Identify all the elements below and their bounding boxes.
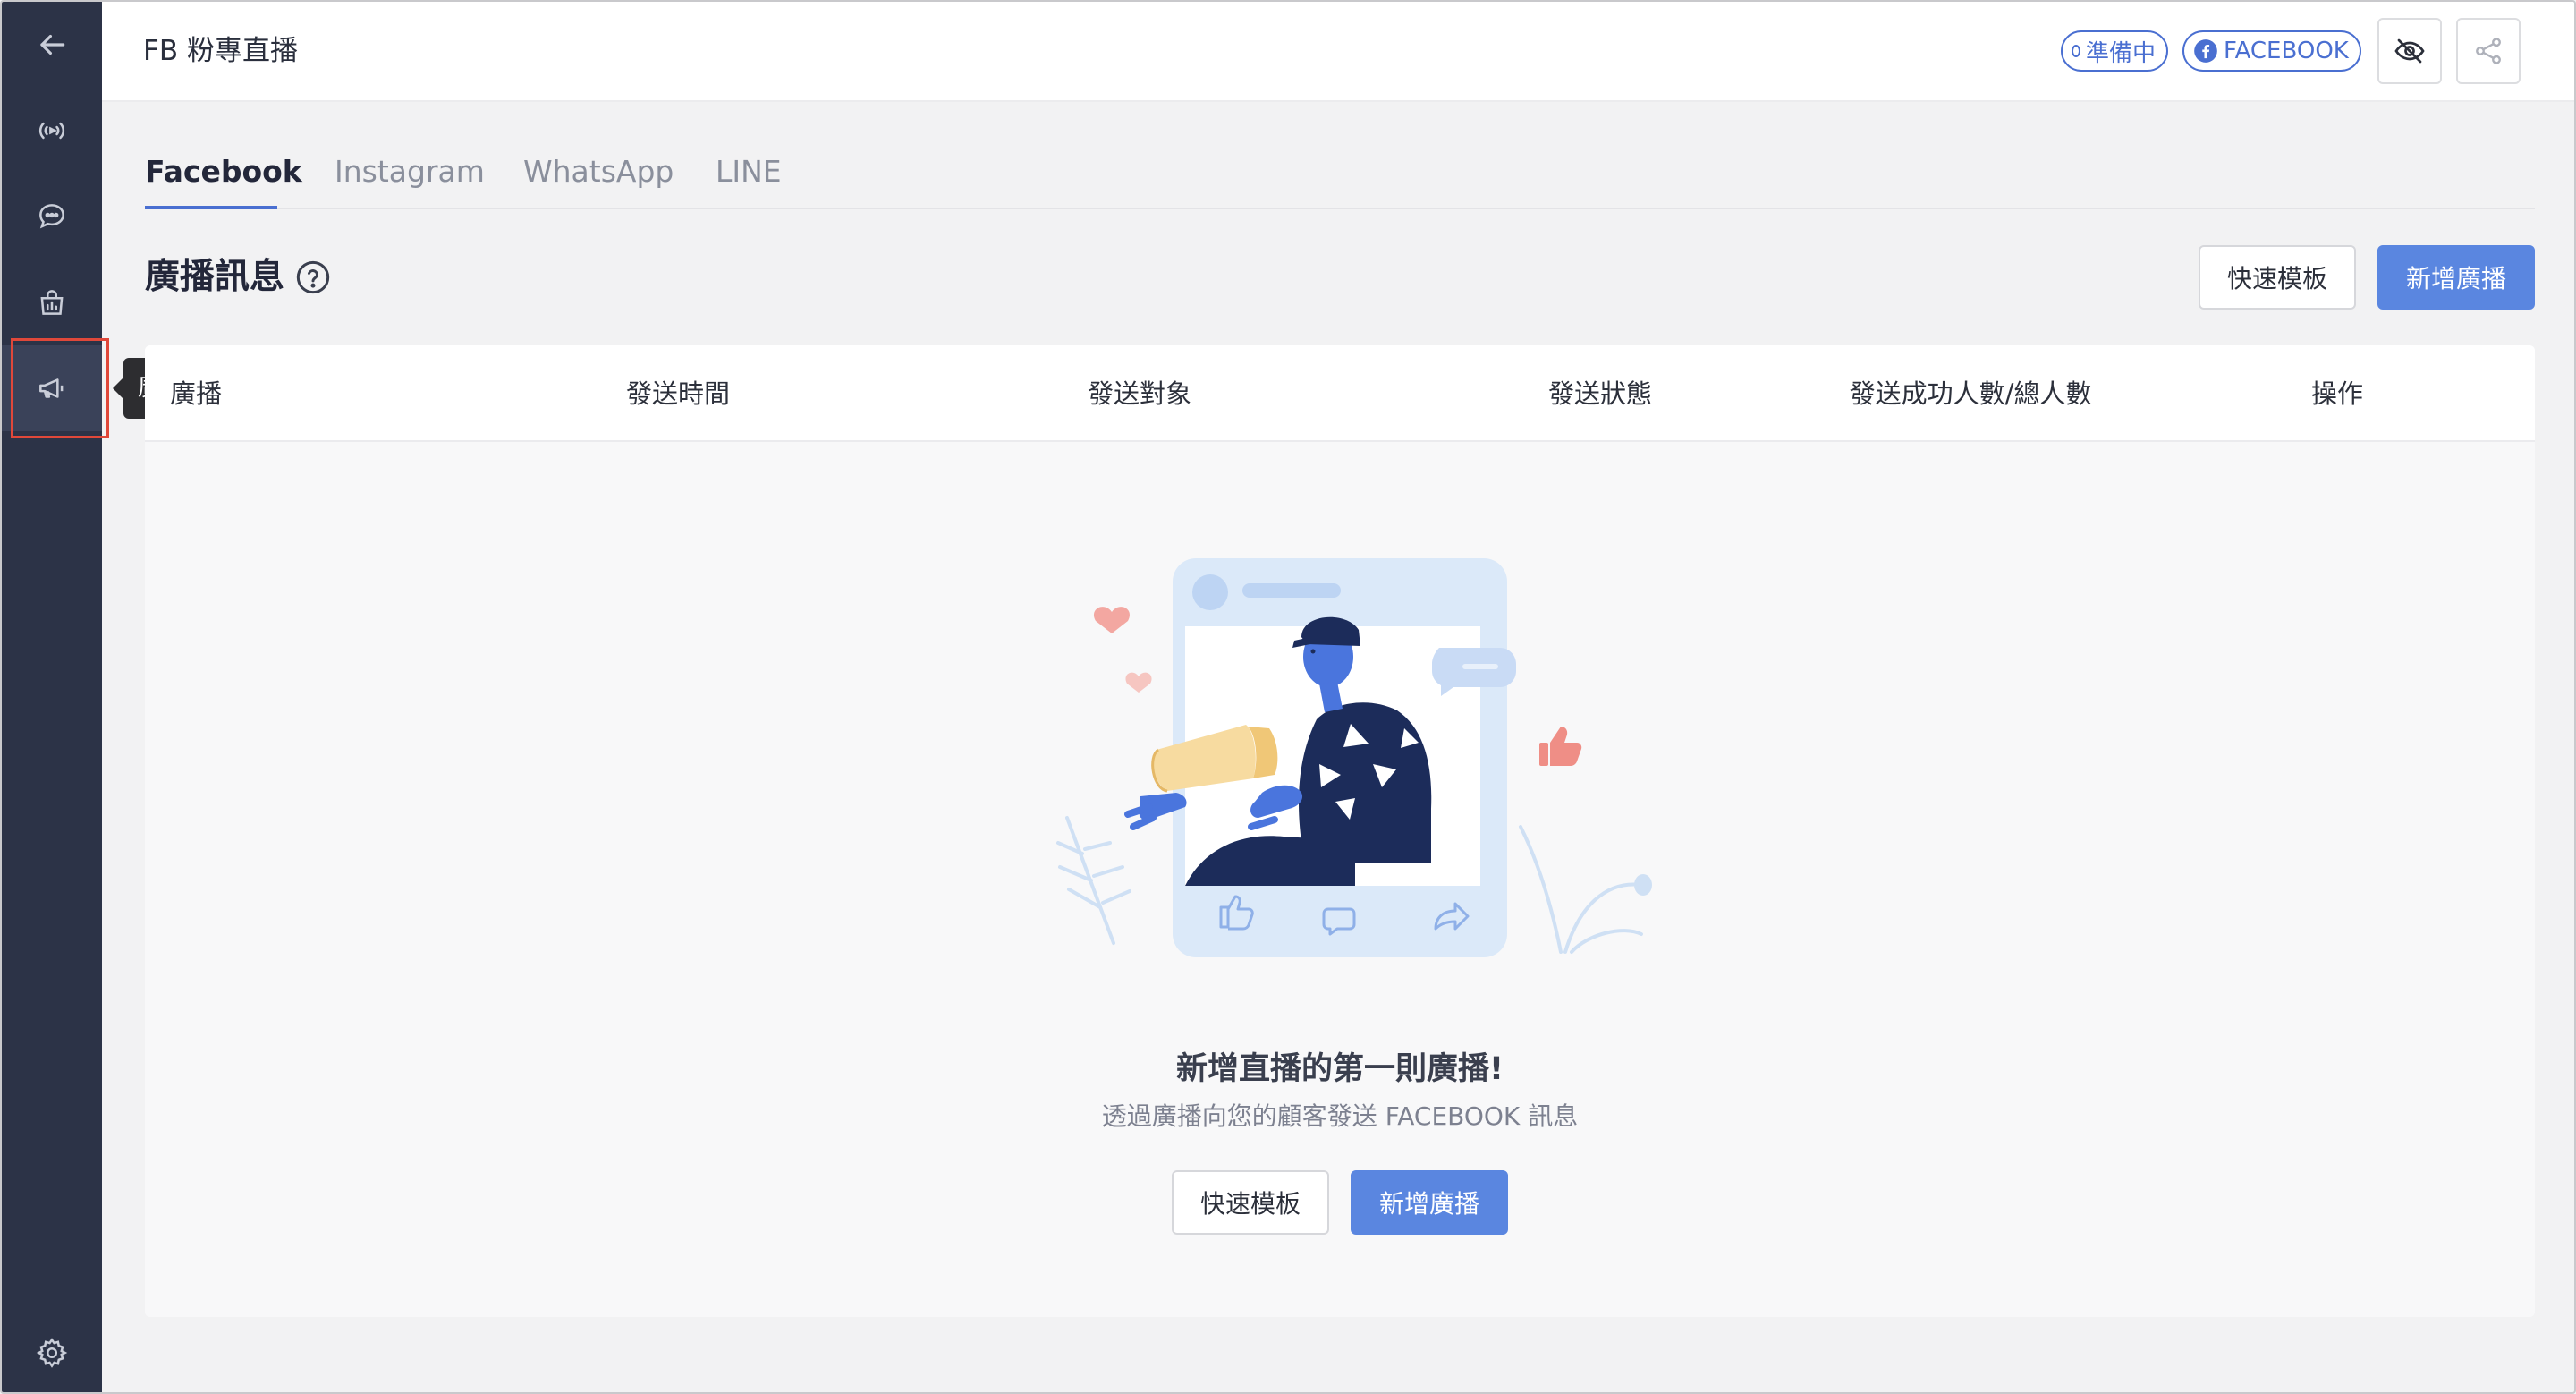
facebook-icon: [2194, 39, 2217, 63]
app-window: 廣播 FB 粉專直播 準備中 FACEBOOK Facebook Instagr…: [0, 0, 2576, 1394]
tab-whatsapp[interactable]: WhatsApp: [523, 136, 674, 208]
broadcast-signal-icon: [38, 122, 65, 140]
column-header-send-time: 發送時間: [625, 378, 731, 409]
tab-facebook[interactable]: Facebook: [145, 136, 302, 208]
section-title: 廣播訊息: [145, 251, 331, 304]
arrow-left-icon: [40, 34, 65, 55]
column-header-target: 發送對象: [1087, 378, 1192, 409]
share-button[interactable]: [2456, 18, 2521, 84]
tab-line[interactable]: LINE: [716, 136, 782, 208]
table-header: 廣播 發送時間 發送對象 發送狀態 發送成功人數/總人數 操作: [145, 345, 2535, 442]
chat-bubble-icon: [39, 204, 64, 229]
status-badge: 準備中: [2061, 30, 2168, 72]
active-tab-indicator: [145, 206, 277, 209]
help-icon[interactable]: [295, 259, 331, 295]
sidebar-item-analytics[interactable]: [2, 259, 102, 345]
empty-quick-template-button[interactable]: 快速模板: [1172, 1170, 1329, 1235]
empty-state-subtitle: 透過廣播向您的顧客發送 FACEBOOK 訊息: [1101, 1101, 1579, 1131]
tab-instagram[interactable]: Instagram: [335, 136, 485, 208]
platform-tabs: Facebook Instagram WhatsApp LINE: [145, 118, 2535, 209]
broadcast-table: 廣播 發送時間 發送對象 發送狀態 發送成功人數/總人數 操作 新增直播的第一則…: [145, 345, 2535, 1317]
back-button[interactable]: [2, 2, 102, 88]
shopping-chart-icon: [40, 290, 64, 315]
column-header-actions: 操作: [2310, 378, 2364, 409]
eye-off-icon: [2394, 38, 2425, 64]
share-icon: [2476, 38, 2501, 64]
top-header: FB 粉專直播 準備中 FACEBOOK: [102, 2, 2574, 102]
toggle-visibility-button[interactable]: [2377, 18, 2442, 84]
column-header-success-count: 發送成功人數/總人數: [1849, 378, 2092, 409]
column-header-status: 發送狀態: [1547, 378, 1653, 409]
empty-state-illustration: [1056, 558, 1652, 957]
heart-icon: [1093, 607, 1131, 633]
new-broadcast-button[interactable]: 新增廣播: [2377, 245, 2535, 310]
gear-icon: [36, 1338, 68, 1368]
column-header-broadcast: 廣播: [169, 378, 223, 409]
page-title: FB 粉專直播: [143, 35, 298, 67]
leaf-left-icon: [1056, 816, 1131, 945]
leaf-right-icon: [1519, 825, 1643, 954]
section-title-text: 廣播訊息: [145, 257, 285, 297]
empty-state-title: 新增直播的第一則廣播!: [1176, 1051, 1504, 1087]
platform-badge: FACEBOOK: [2182, 30, 2361, 72]
quick-template-button[interactable]: 快速模板: [2199, 245, 2356, 310]
sidebar-item-chat[interactable]: [2, 174, 102, 259]
sidebar: [2, 2, 102, 1392]
platform-badge-label: FACEBOOK: [2224, 38, 2349, 64]
thumbs-up-icon: [1539, 727, 1582, 766]
active-item-highlight: [11, 338, 109, 438]
sidebar-item-live[interactable]: [2, 88, 102, 174]
settings-button[interactable]: [2, 1310, 102, 1392]
status-dot-icon: [2072, 45, 2080, 57]
empty-new-broadcast-button[interactable]: 新增廣播: [1351, 1170, 1508, 1235]
status-badge-label: 準備中: [2085, 39, 2156, 67]
